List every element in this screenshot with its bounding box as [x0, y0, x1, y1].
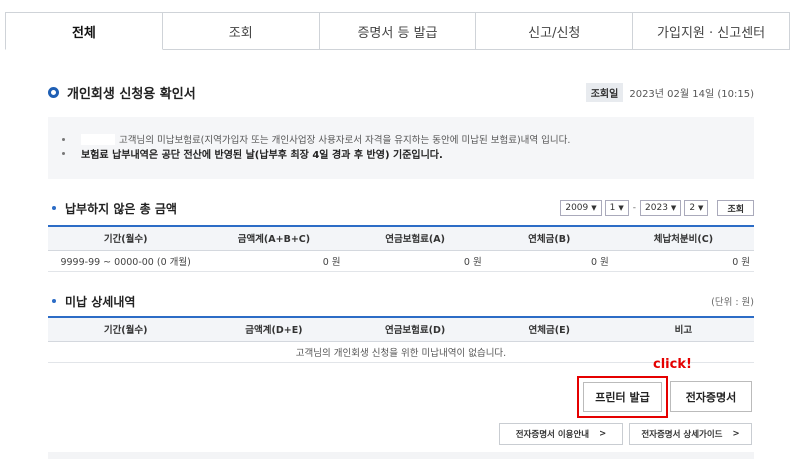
section-dot-icon: [52, 299, 56, 303]
chevron-down-icon: ▼: [591, 204, 597, 212]
table-cell: 9999-99 ~ 0000-00 (0 개월): [48, 250, 204, 272]
title-row: 개인회생 신청용 확인서 조회일 2023년 02월 14일 (10:15): [48, 82, 754, 102]
table-cell: 0 원: [344, 250, 486, 272]
table-row: 9999-99 ~ 0000-00 (0 개월) 0 원 0 원 0 원 0 원: [48, 250, 754, 272]
column-header: 비고: [612, 316, 754, 342]
unpaid-detail-header: 미납 상세내역 (단위 : 원): [52, 292, 754, 310]
notice-text-2: 보험료 납부내역은 공단 전산에 반영된 날(납부후 최장 4일 경과 후 반영…: [81, 149, 443, 161]
table-header-row: 기간(월수) 금액계(D+E) 연금보험료(D) 연체금(E) 비고: [48, 316, 754, 342]
column-header: 연금보험료(A): [344, 225, 486, 251]
chevron-right-icon: >: [732, 429, 740, 439]
tab-all[interactable]: 전체: [5, 12, 163, 50]
e-certificate-button[interactable]: 전자증명서: [670, 381, 752, 412]
column-header: 금액계(D+E): [203, 316, 345, 342]
column-header: 연금보험료(D): [344, 316, 486, 342]
column-header: 기간(월수): [48, 316, 204, 342]
unit-label: (단위 : 원): [711, 297, 754, 308]
table-header-row: 기간(월수) 금액계(A+B+C) 연금보험료(A) 연체금(B) 체납처분비(…: [48, 225, 754, 251]
column-header: 기간(월수): [48, 225, 204, 251]
chevron-right-icon: >: [599, 429, 607, 439]
masked-name: [81, 133, 115, 145]
start-year-value: 2009: [565, 203, 589, 213]
section-title-unpaid-detail: 미납 상세내역: [65, 294, 136, 309]
table-cell: 0 원: [612, 250, 754, 272]
tab-report-application[interactable]: 신고/신청: [476, 12, 634, 49]
chevron-down-icon: ▼: [618, 204, 624, 212]
start-month-select[interactable]: 1 ▼: [604, 200, 629, 216]
end-year-select[interactable]: 2023 ▼: [640, 200, 682, 216]
section-title-unpaid-total: 납부하지 않은 총 금액: [65, 201, 177, 216]
start-year-select[interactable]: 2009 ▼: [560, 200, 602, 216]
bottom-divider: [48, 452, 754, 459]
notice-line-1: 고객님의 미납보험료(지역가입자 또는 개인사업장 사용자로서 자격을 유지하는…: [62, 132, 740, 146]
notice-line-2: 보험료 납부내역은 공단 전산에 반영된 날(납부후 최장 4일 경과 후 반영…: [62, 146, 740, 161]
empty-message: 고객님의 개인회생 신청을 위한 미납내역이 없습니다.: [48, 341, 754, 363]
guide-button-label: 전자증명서 이용안내: [515, 430, 590, 440]
notice-box: 고객님의 미납보험료(지역가입자 또는 개인사업장 사용자로서 자격을 유지하는…: [48, 117, 754, 179]
detail-guide-button-label: 전자증명서 상세가이드: [641, 430, 723, 440]
period-separator: -: [632, 203, 637, 213]
bullet-dot-icon: [62, 151, 65, 155]
tab-inquiry[interactable]: 조회: [162, 12, 320, 49]
query-date-group: 조회일 2023년 02월 14일 (10:15): [585, 82, 754, 102]
query-date-badge: 조회일: [585, 82, 624, 102]
title-circle-icon: [48, 86, 59, 98]
start-month-value: 1: [609, 203, 616, 213]
click-annotation: click!: [653, 357, 692, 372]
table-cell: 0 원: [485, 250, 613, 272]
tab-enrollment-support[interactable]: 가입지원 · 신고센터: [633, 12, 790, 49]
query-date-value: 2023년 02월 14일 (10:15): [629, 88, 754, 100]
section-dot-icon: [52, 206, 56, 210]
table-row: 고객님의 개인회생 신청을 위한 미납내역이 없습니다.: [48, 341, 754, 363]
column-header: 금액계(A+B+C): [203, 225, 345, 251]
unpaid-total-table: 기간(월수) 금액계(A+B+C) 연금보험료(A) 연체금(B) 체납처분비(…: [48, 225, 754, 272]
page-title: 개인회생 신청용 확인서: [67, 86, 196, 102]
print-issue-button[interactable]: 프린터 발급: [583, 382, 662, 412]
bullet-dot-icon: [62, 137, 65, 141]
print-issue-highlight: 프린터 발급: [577, 376, 668, 418]
notice-text-1: 고객님의 미납보험료(지역가입자 또는 개인사업장 사용자로서 자격을 유지하는…: [119, 135, 571, 146]
e-certificate-guide-button[interactable]: 전자증명서 이용안내 >: [499, 423, 623, 445]
unpaid-total-header: 납부하지 않은 총 금액 2009 ▼ 1 ▼ - 2023 ▼ 2 ▼ 조회: [52, 199, 754, 217]
unpaid-detail-table: 기간(월수) 금액계(D+E) 연금보험료(D) 연체금(E) 비고 고객님의 …: [48, 316, 754, 363]
chevron-down-icon: ▼: [698, 204, 704, 212]
end-month-select[interactable]: 2 ▼: [684, 200, 709, 216]
column-header: 연체금(E): [485, 316, 613, 342]
end-month-value: 2: [689, 203, 696, 213]
period-filters: 2009 ▼ 1 ▼ - 2023 ▼ 2 ▼ 조회: [560, 200, 754, 216]
table-cell: 0 원: [203, 250, 345, 272]
e-certificate-detail-guide-button[interactable]: 전자증명서 상세가이드 >: [629, 423, 752, 445]
tab-certificate-issue[interactable]: 증명서 등 발급: [319, 12, 477, 49]
query-button[interactable]: 조회: [717, 200, 754, 216]
chevron-down-icon: ▼: [670, 204, 677, 212]
column-header: 체납처분비(C): [612, 225, 754, 251]
main-tabs: 전체 조회 증명서 등 발급 신고/신청 가입지원 · 신고센터: [5, 12, 790, 50]
column-header: 연체금(B): [485, 225, 613, 251]
end-year-value: 2023: [645, 203, 668, 213]
